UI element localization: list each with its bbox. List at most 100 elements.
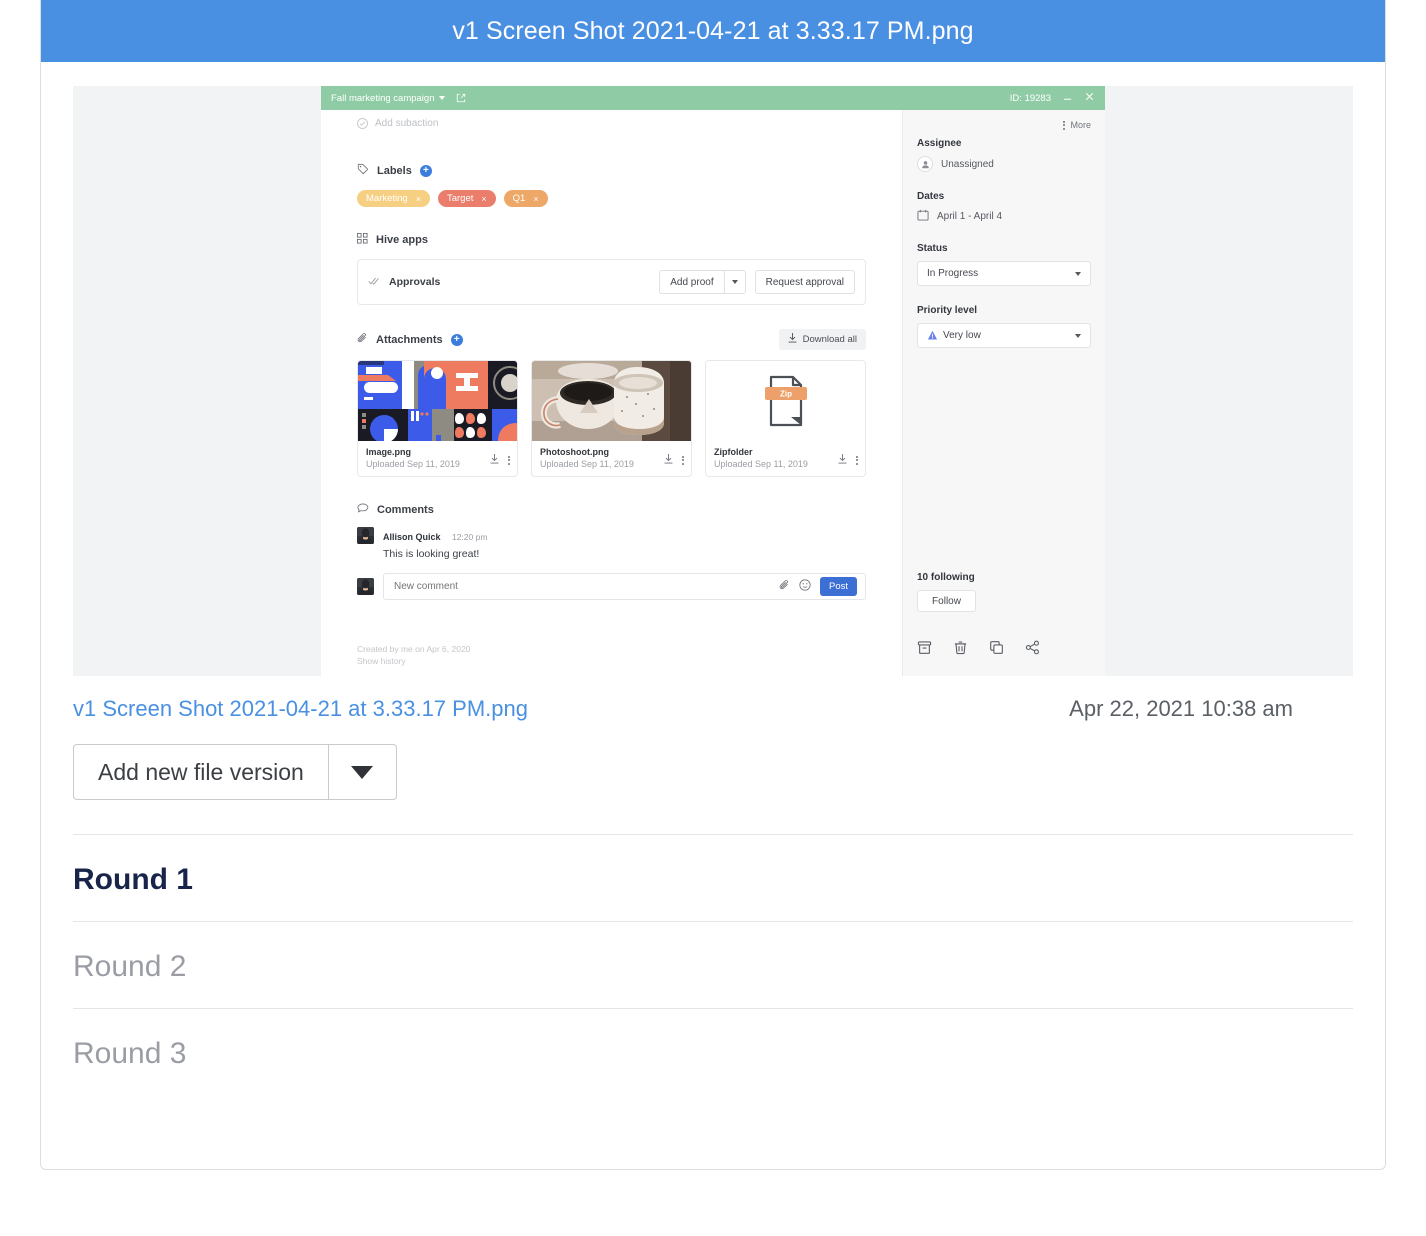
close-icon[interactable]	[1084, 91, 1095, 105]
attachment-thumbnail-photo	[532, 361, 691, 441]
more-menu-button[interactable]: More	[917, 120, 1091, 130]
priority-value: Very low	[943, 330, 981, 341]
file-version-card: v1 Screen Shot 2021-04-21 at 3.33.17 PM.…	[40, 0, 1386, 1170]
plus-circle-icon[interactable]: +	[450, 333, 463, 346]
rounds-list: Round 1 Round 2 Round 3	[73, 834, 1353, 1095]
post-comment-button[interactable]: Post	[819, 577, 857, 596]
add-proof-dropdown-button[interactable]	[723, 270, 746, 294]
assignee-label: Assignee	[917, 138, 962, 149]
priority-label: Priority level	[917, 305, 978, 316]
add-version-button-group: Add new file version	[73, 744, 1353, 800]
comments-section: Comments Allison Quick 12:20 pm This is …	[321, 503, 902, 600]
more-options-icon[interactable]	[856, 455, 858, 465]
label-chip[interactable]: Target ×	[437, 190, 496, 207]
chevron-down-icon	[1075, 271, 1081, 276]
attachment-uploaded-date: Uploaded Sep 11, 2019	[540, 459, 634, 469]
add-new-file-version-dropdown[interactable]	[328, 744, 397, 800]
double-check-icon	[368, 276, 381, 289]
download-icon[interactable]	[490, 451, 499, 469]
grid-icon	[357, 233, 368, 247]
label-chip-text: Target	[446, 193, 474, 204]
add-new-file-version-button[interactable]: Add new file version	[73, 744, 329, 800]
calendar-icon	[917, 209, 929, 224]
attachment-uploaded-date: Uploaded Sep 11, 2019	[714, 459, 808, 469]
attachment-card[interactable]: Zip Zipfolder Uploaded Sep 11, 2019	[705, 360, 866, 477]
attachment-card[interactable]: Photoshoot.png Uploaded Sep 11, 2019	[531, 360, 692, 477]
hive-apps-heading: Hive apps	[376, 234, 428, 246]
archive-icon[interactable]	[917, 640, 932, 660]
following-count: 10 following	[917, 572, 975, 583]
project-name-label[interactable]: Fall marketing campaign	[331, 93, 435, 104]
hive-window-topbar: Fall marketing campaign ID: 19283	[321, 86, 1105, 110]
comment-author: Allison Quick	[383, 532, 441, 542]
chevron-down-icon[interactable]	[438, 96, 445, 100]
plus-circle-icon[interactable]: +	[419, 164, 432, 177]
more-options-icon[interactable]	[682, 455, 684, 465]
show-history-link[interactable]: Show history	[357, 655, 470, 668]
add-proof-button[interactable]: Add proof	[659, 270, 724, 294]
attachment-uploaded-date: Uploaded Sep 11, 2019	[366, 459, 460, 469]
assignee-value-row[interactable]: Unassigned	[917, 156, 1091, 172]
attachment-name: Zipfolder	[714, 447, 753, 457]
file-title-bar: v1 Screen Shot 2021-04-21 at 3.33.17 PM.…	[41, 0, 1385, 62]
download-icon[interactable]	[838, 451, 847, 469]
status-value: In Progress	[927, 268, 979, 279]
external-link-icon[interactable]	[456, 93, 466, 103]
add-subaction-label: Add subaction	[375, 118, 439, 129]
following-block: 10 following Follow	[917, 572, 976, 612]
paperclip-icon[interactable]	[779, 578, 790, 596]
dates-value-row[interactable]: April 1 - April 4	[917, 209, 1091, 224]
tag-icon	[357, 163, 369, 178]
person-icon	[917, 156, 933, 172]
download-all-label: Download all	[802, 334, 857, 345]
attachment-card[interactable]: Image.png Uploaded Sep 11, 2019	[357, 360, 518, 477]
round-item[interactable]: Round 2	[73, 921, 1353, 1008]
round-item[interactable]: Round 3	[73, 1008, 1353, 1095]
comments-heading: Comments	[377, 504, 434, 516]
attachment-thumbnail-art	[358, 361, 517, 441]
request-approval-button[interactable]: Request approval	[754, 270, 855, 294]
share-icon[interactable]	[1025, 640, 1040, 660]
remove-label-icon[interactable]: ×	[481, 194, 486, 204]
chevron-down-icon	[731, 280, 738, 284]
attachment-name: Image.png	[366, 447, 412, 457]
approvals-label: Approvals	[389, 276, 441, 288]
assignee-value: Unassigned	[941, 158, 994, 170]
labels-heading: Labels	[377, 164, 412, 177]
add-subaction-row[interactable]: Add subaction	[321, 118, 902, 129]
avatar	[357, 578, 374, 595]
status-label: Status	[917, 243, 948, 254]
remove-label-icon[interactable]: ×	[533, 194, 538, 204]
task-details-sidebar: More Assignee Unassigned Dates April 1 -…	[902, 110, 1105, 676]
file-name-link[interactable]: v1 Screen Shot 2021-04-21 at 3.33.17 PM.…	[73, 696, 528, 722]
status-block: Status In Progress	[917, 243, 1091, 286]
round-item[interactable]: Round 1	[73, 834, 1353, 921]
comment-bubble-icon	[357, 503, 369, 517]
more-options-icon[interactable]	[508, 455, 510, 465]
trash-icon[interactable]	[953, 640, 968, 660]
dates-label: Dates	[917, 191, 945, 202]
smiley-icon[interactable]	[799, 578, 811, 596]
download-icon[interactable]	[664, 451, 673, 469]
hive-apps-section: Hive apps Approvals Add proof Request ap…	[321, 233, 902, 305]
created-by-label: Created by me on Apr 6, 2020	[357, 643, 471, 654]
duplicate-icon[interactable]	[989, 640, 1004, 660]
label-chip-text: Q1	[512, 193, 526, 204]
download-all-button[interactable]: Download all	[778, 329, 866, 350]
task-id-label: ID: 19283	[1009, 92, 1051, 104]
label-chip[interactable]: Marketing ×	[357, 190, 430, 207]
file-upload-date: Apr 22, 2021 10:38 am	[1069, 696, 1293, 721]
remove-label-icon[interactable]: ×	[416, 194, 421, 204]
minimize-icon[interactable]	[1062, 91, 1073, 105]
comment-text: This is looking great!	[383, 548, 480, 560]
labels-chip-list: Marketing × Target × Q1 ×	[357, 190, 866, 207]
new-comment-row: Post	[357, 573, 866, 600]
attachment-grid: Image.png Uploaded Sep 11, 2019 Photosho…	[357, 360, 866, 477]
new-comment-input[interactable]	[394, 581, 779, 592]
status-select[interactable]: In Progress	[917, 261, 1091, 286]
priority-select[interactable]: Very low	[917, 323, 1091, 348]
approvals-card: Approvals Add proof Request approval	[357, 259, 866, 305]
follow-button[interactable]: Follow	[917, 590, 976, 612]
chevron-down-icon	[1075, 333, 1081, 338]
label-chip[interactable]: Q1 ×	[503, 190, 548, 207]
